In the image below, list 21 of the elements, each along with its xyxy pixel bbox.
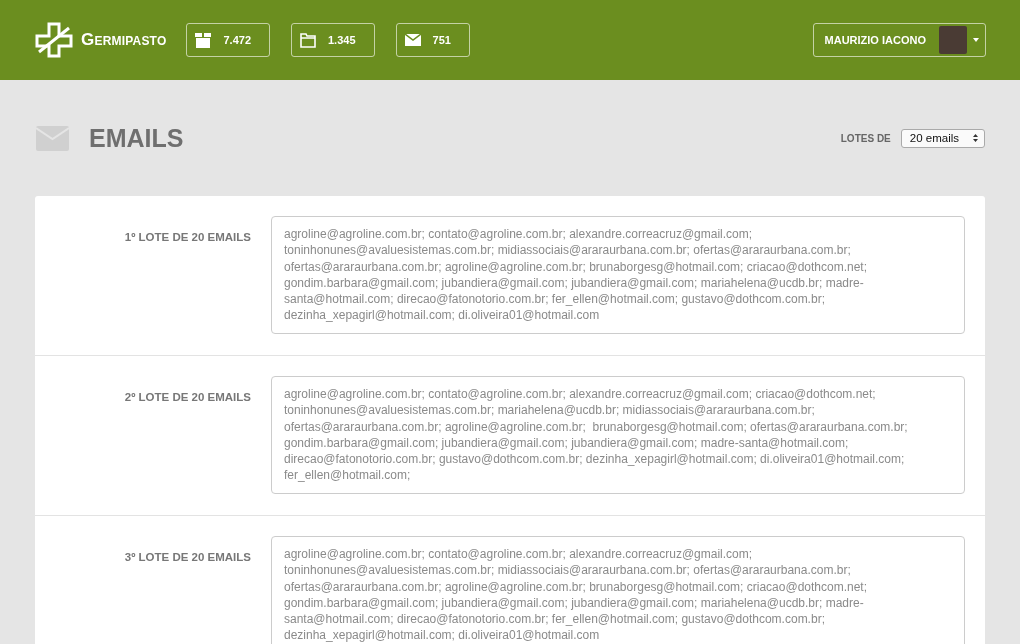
logo-icon xyxy=(35,22,75,58)
email-list-field[interactable]: agroline@agroline.com.br; contato@agroline.com.br; alexandre.correacruz@gmail.com; toninhonunes@avaluesistemas.com.br; midiassociais@araraurbana.com.br; ofertas@araraurbana.com.br; ofertas@araraurbana.com.br; agroline@agroline.com.br; brunaborgesg@hotmail.com; criacao@dothcom.net; gondim.barbara@gmail.com; jubandiera@gmail.com; jubandiera@gmail.com; mariahelena@ucdb.br; madre-santa@hotmail.com; direcao@fatonotorio.com.br; fer_ellen@hotmail.com; gustavo@dothcom.com.br; dezinha_xepagirl@hotmail.com; di.oliveira01@hotmail.com xyxy=(271,536,965,644)
counter-button[interactable]: 751 xyxy=(395,23,470,57)
counter-button[interactable]: 1.345 xyxy=(291,23,375,57)
box-icon xyxy=(195,32,212,48)
updown-caret-icon xyxy=(973,134,978,142)
batch-label: 1º LOTE DE 20 EMAILS xyxy=(123,230,251,243)
counter-button[interactable]: 7.472 xyxy=(186,23,270,57)
batch-size-label: LOTES DE xyxy=(840,132,891,144)
batch-label: 3º LOTE DE 20 EMAILS xyxy=(123,550,251,563)
folder-icon xyxy=(300,32,316,48)
batch-label: 2º LOTE DE 20 EMAILS xyxy=(123,390,251,403)
envelope-icon xyxy=(404,34,421,46)
page-title: EMAILS xyxy=(89,123,184,153)
batch-size-select[interactable]: 20 emails xyxy=(900,128,985,148)
avatar-placeholder xyxy=(939,26,967,54)
user-menu-button[interactable]: MAURIZIO IACONO xyxy=(812,23,986,57)
caret-icon xyxy=(973,38,979,42)
email-list-field[interactable]: agroline@agroline.com.br; contato@agroline.com.br; alexandre.correacruz@gmail.com; criacao@dothcom.net; toninhonunes@avaluesistemas.com.br; mariahelena@ucdb.br; midiassociais@araraurbana.com.br; ofertas@araraurbana.com.br; agroline@agroline.com.br; brunaborgesg@hotmail.com; ofertas@araraurbana.com.br; gondim.barbara@gmail.com; jubandiera@gmail.com; jubandiera@gmail.com; madre-santa@hotmail.com; direcao@fatonotorio.com.br; gustavo@dothcom.com.br; dezinha_xepagirl@hotmail.com; di.oliveira01@hotmail.com; fer_ellen@hotmail.com; xyxy=(271,376,965,494)
brand-name: Germipasto xyxy=(81,30,167,50)
email-list-field[interactable]: agroline@agroline.com.br; contato@agroline.com.br; alexandre.correacruz@gmail.com; toninhonunes@avaluesistemas.com.br; midiassociais@araraurbana.com.br; ofertas@araraurbana.com.br; ofertas@araraurbana.com.br; agroline@agroline.com.br; brunaborgesg@hotmail.com; criacao@dothcom.net; gondim.barbara@gmail.com; jubandiera@gmail.com; jubandiera@gmail.com; mariahelena@ucdb.br; madre-santa@hotmail.com; direcao@fatonotorio.com.br; fer_ellen@hotmail.com; gustavo@dothcom.com.br; dezinha_xepagirl@hotmail.com; di.oliveira01@hotmail.com xyxy=(271,216,965,334)
